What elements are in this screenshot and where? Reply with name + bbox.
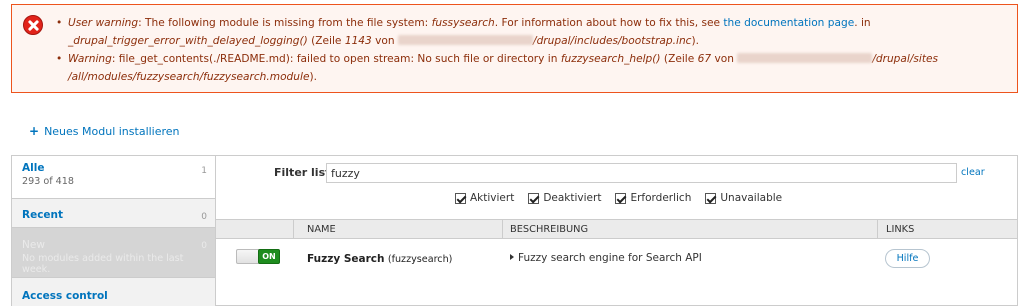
toggle-on-label: ON xyxy=(258,249,280,264)
column-divider xyxy=(877,220,878,238)
sidebar-item-subtitle: No modules added within the last week. xyxy=(22,253,184,275)
message-text: von xyxy=(711,53,738,65)
file-path: /drupal/sites xyxy=(872,53,939,65)
column-header-description: BESCHREIBUNG xyxy=(510,224,589,235)
module-name: Fuzzy Search xyxy=(307,253,385,265)
status-checkboxes: Aktiviert Deaktiviert Erforderlich Unava… xyxy=(455,192,782,204)
module-name-cell: Fuzzy Search (fuzzysearch) xyxy=(307,253,452,265)
checkbox-label: Aktiviert xyxy=(470,192,515,204)
message-type: Warning xyxy=(68,53,112,65)
function-name: _drupal_trigger_error_with_delayed_loggi… xyxy=(68,35,308,47)
error-messages: User warning: The following module is mi… xyxy=(11,4,1018,93)
expand-triangle-icon xyxy=(510,254,514,260)
message-list: User warning: The following module is mi… xyxy=(56,14,1007,86)
message-text: : file_get_contents(./README.md): failed… xyxy=(111,53,561,65)
checkbox-label: Erforderlich xyxy=(630,192,692,204)
sidebar-item-recent[interactable]: Recent 0 xyxy=(12,199,215,228)
sidebar-item-new: New No modules added within the last wee… xyxy=(12,228,215,278)
column-header-links: LINKS xyxy=(886,224,915,235)
message-text: ). xyxy=(309,71,317,83)
line-number: 67 xyxy=(697,53,712,65)
sidebar-item-count: 0 xyxy=(201,212,207,222)
module-machine-name: (fuzzysearch) xyxy=(387,254,453,265)
module-name: fussysearch xyxy=(431,17,495,29)
sidebar-item-count: 0 xyxy=(201,241,207,251)
checkbox-label: Unavailable xyxy=(720,192,783,204)
checkbox-aktiviert[interactable]: Aktiviert xyxy=(455,192,514,204)
message-text: . in xyxy=(854,17,871,29)
sidebar-item-label: Alle xyxy=(22,162,45,174)
table-row: ON Fuzzy Search (fuzzysearch) Fuzzy sear… xyxy=(216,239,1017,271)
checkbox-erforderlich[interactable]: Erforderlich xyxy=(615,192,691,204)
file-path: /all/modules/fuzzysearch/fuzzysearch.mod… xyxy=(68,71,310,83)
module-enable-toggle[interactable]: ON xyxy=(236,249,280,264)
message-text: von xyxy=(371,35,398,47)
checkbox-deaktiviert[interactable]: Deaktiviert xyxy=(528,192,601,204)
sidebar-item-subtitle: 293 of 418 xyxy=(22,176,74,187)
column-divider xyxy=(502,220,503,238)
filter-input[interactable] xyxy=(326,163,957,183)
checkbox-checked-icon[interactable] xyxy=(455,192,466,204)
checkbox-checked-icon[interactable] xyxy=(615,192,627,204)
redacted-path xyxy=(398,35,533,45)
sidebar-item-label: New xyxy=(22,239,45,251)
function-name: fuzzysearch_help() xyxy=(560,53,661,65)
module-description: Fuzzy search engine for Search API xyxy=(518,252,702,264)
redacted-path xyxy=(737,53,873,63)
plus-icon: + xyxy=(29,124,40,138)
message-item: User warning: The following module is mi… xyxy=(56,14,1007,50)
message-text: (Zeile xyxy=(660,53,698,65)
checkbox-checked-icon[interactable] xyxy=(705,192,717,204)
sidebar-item-access-control[interactable]: Access control xyxy=(12,278,215,306)
column-divider xyxy=(293,220,294,238)
column-header-name: NAME xyxy=(307,224,336,235)
error-icon xyxy=(23,15,43,35)
checkbox-checked-icon[interactable] xyxy=(528,192,540,204)
sidebar-item-label: Access control xyxy=(22,290,108,302)
message-text: . For information about how to fix this,… xyxy=(494,17,724,29)
sidebar-item-all[interactable]: Alle 293 of 418 1 xyxy=(12,156,215,199)
file-path: /drupal/includes/bootstrap.inc xyxy=(533,35,692,47)
category-sidebar: Alle 293 of 418 1 Recent 0 New No module… xyxy=(11,155,215,306)
install-module-label: Neues Modul installieren xyxy=(44,125,180,138)
module-list-panel: Filter list clear Aktiviert Deaktiviert … xyxy=(215,155,1018,306)
message-type: User warning xyxy=(68,17,139,29)
sidebar-item-label: Recent xyxy=(22,209,64,221)
message-text: (Zeile xyxy=(307,35,345,47)
message-text: : The following module is missing from t… xyxy=(138,17,432,29)
filter-label: Filter list xyxy=(274,166,331,179)
message-item: Warning: file_get_contents(./README.md):… xyxy=(56,50,1007,86)
message-text: ). xyxy=(691,35,700,47)
sidebar-item-count: 1 xyxy=(201,166,207,176)
checkbox-unavailable[interactable]: Unavailable xyxy=(705,192,782,204)
documentation-link[interactable]: the documentation page xyxy=(723,17,854,29)
module-description-toggle[interactable]: Fuzzy search engine for Search API xyxy=(510,252,702,264)
table-header: NAME BESCHREIBUNG LINKS xyxy=(216,219,1017,239)
checkbox-label: Deaktiviert xyxy=(543,192,602,204)
help-button[interactable]: Hilfe xyxy=(885,249,930,268)
clear-filter-link[interactable]: clear xyxy=(961,167,985,178)
line-number: 1143 xyxy=(344,35,372,47)
install-module-link[interactable]: + Neues Modul installieren xyxy=(29,124,180,138)
